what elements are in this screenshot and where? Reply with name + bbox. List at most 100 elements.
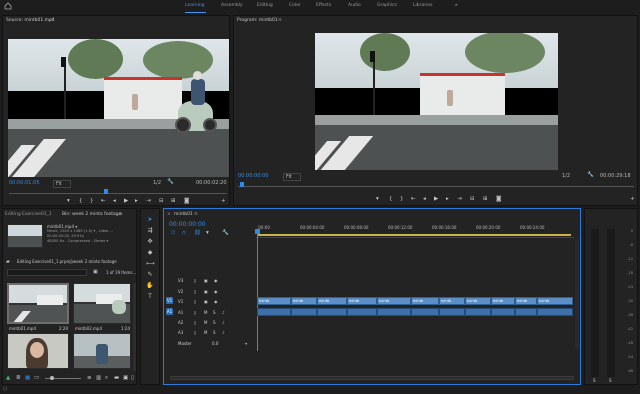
project-tab[interactable]: Editing Exercise01_1 [5,212,52,217]
selection-tool-icon[interactable]: ➤ [146,216,154,224]
go-to-out-icon[interactable]: ⇥ [146,198,151,204]
step-back-icon[interactable]: ◂ [113,198,116,204]
mic-icon[interactable]: ♪ [222,330,225,335]
program-zoom-select[interactable]: Fit [283,173,301,181]
video-clip[interactable]: mintb [317,297,347,305]
slip-tool-icon[interactable]: ⟷ [146,260,155,268]
type-tool-icon[interactable]: T [146,293,154,301]
audio-clip[interactable] [347,308,377,316]
source-zoom-select[interactable]: Fit [53,180,71,188]
eye-icon[interactable]: ◉ [214,299,218,304]
video-clip[interactable]: mintb [291,297,317,305]
timeline-h-scrollbar[interactable] [170,376,574,380]
bin-item-thumbnail[interactable] [73,283,131,324]
source-monitor-title[interactable]: Source: mintb01.mp4 [6,18,55,23]
track-select-tool-icon[interactable]: ⇶ [146,227,154,235]
source-patch-a1[interactable]: A1 [166,308,173,315]
lock-icon[interactable]: ▯ [194,310,196,315]
lift-icon[interactable]: ⊟ [470,196,475,202]
mute-icon[interactable]: M [204,330,207,335]
bin-item-thumbnail[interactable] [73,333,131,369]
wrench-icon[interactable]: 🔧 [222,230,229,236]
linked-selection-icon[interactable]: ⛓ [194,230,201,236]
audio-clip[interactable] [317,308,347,316]
video-clip[interactable]: mintb [377,297,411,305]
export-frame-icon[interactable]: ◙ [496,196,501,202]
solo-icon[interactable]: S [213,310,216,315]
icon-view-icon[interactable]: ▦ [25,375,30,381]
audio-clip[interactable] [537,308,573,316]
video-clip[interactable]: mintb [439,297,465,305]
track-area[interactable] [256,239,574,349]
lock-icon[interactable]: ▯ [194,278,196,283]
source-resolution-select[interactable]: 1/2 [153,180,161,186]
source-playhead[interactable] [104,189,108,194]
eye-icon[interactable]: ◉ [214,278,218,283]
play-icon[interactable]: ▶ [124,198,128,204]
wrench-icon[interactable]: 🔧 [587,172,594,178]
new-bin-icon[interactable]: ▬ [114,375,119,381]
video-clip[interactable]: mintb [515,297,537,305]
bin-panel-menu-icon[interactable]: ≡ [119,212,123,217]
source-panel-menu-icon[interactable]: ≡ [50,18,54,23]
trash-icon[interactable]: ▯ [131,375,134,381]
program-playhead-timecode[interactable]: 00:00:00:00 [238,173,269,179]
play-icon[interactable]: ▶ [434,196,438,202]
mark-in-icon[interactable]: ▾ [67,198,70,204]
video-clip[interactable]: mintb [411,297,439,305]
lock-icon[interactable]: ▯ [194,289,196,294]
wrench-icon[interactable]: 🔧 [167,179,174,185]
mute-icon[interactable]: M [204,320,207,325]
mark-out-brace-icon[interactable]: } [400,196,404,202]
step-forward-icon[interactable]: ▸ [135,198,138,204]
video-clip[interactable]: mintb [491,297,515,305]
sync-lock-icon[interactable]: ▣ [204,278,208,283]
workspace-more-button[interactable]: » [455,3,458,8]
master-value[interactable]: 0.0 [212,341,218,346]
solo-icon[interactable]: S [213,320,216,325]
lock-icon[interactable]: ▯ [194,299,196,304]
bin-search-input[interactable] [7,269,87,276]
workspace-tab-graphics[interactable]: Graphics [377,3,397,8]
ripple-edit-tool-icon[interactable]: ✥ [146,238,154,246]
find-icon[interactable]: ⌕ [105,375,108,382]
add-marker-icon[interactable]: ▾ [206,230,209,236]
insert-icon[interactable]: ⊟ [159,198,164,204]
mic-icon[interactable]: ♪ [222,320,225,325]
sequence-tab[interactable]: mintb01 [174,212,193,217]
hand-tool-icon[interactable]: ✋ [146,282,154,290]
work-area-bar[interactable] [257,234,571,236]
timeline-v-scrollbar[interactable] [575,239,579,349]
program-time-ruler[interactable] [238,183,634,187]
bin-item-thumbnail[interactable] [7,333,69,369]
mute-icon[interactable]: M [204,310,207,315]
mark-in-icon[interactable]: ▾ [376,196,379,202]
mic-icon[interactable]: ♪ [222,310,225,315]
source-time-ruler[interactable] [9,190,227,194]
video-clip[interactable]: mintb [537,297,573,305]
go-to-end-icon[interactable]: ⇥ [244,341,247,346]
solo-icon[interactable]: S [213,330,216,335]
overwrite-icon[interactable]: ⊞ [171,198,176,204]
step-forward-icon[interactable]: ▸ [446,196,449,202]
bin-item-thumbnail[interactable] [7,283,69,324]
sort-icon[interactable]: ≡ [87,375,92,381]
nest-icon[interactable]: ⤨ [170,230,174,237]
source-playhead-timecode[interactable]: 00:00:01:05 [9,180,40,186]
sync-lock-icon[interactable]: ▣ [204,299,208,304]
program-add-button-icon[interactable]: + [630,196,635,202]
sync-lock-icon[interactable]: ▣ [204,289,208,294]
extract-icon[interactable]: ⊞ [483,196,488,202]
new-item-icon[interactable]: ▣ [123,375,128,381]
eye-icon[interactable]: ◉ [214,289,218,294]
source-add-button-icon[interactable]: + [221,198,226,204]
pen-tool-icon[interactable]: ✎ [146,271,154,279]
audio-clip[interactable] [377,308,411,316]
lock-icon[interactable]: ▯ [194,320,196,325]
workspace-tab-color[interactable]: Color [289,3,301,8]
step-back-icon[interactable]: ◂ [423,196,426,202]
audio-clip[interactable] [515,308,537,316]
workspace-tab-learning[interactable]: Learning [185,3,205,8]
workspace-tab-audio[interactable]: Audio [348,3,361,8]
video-clip[interactable]: mintb [257,297,291,305]
